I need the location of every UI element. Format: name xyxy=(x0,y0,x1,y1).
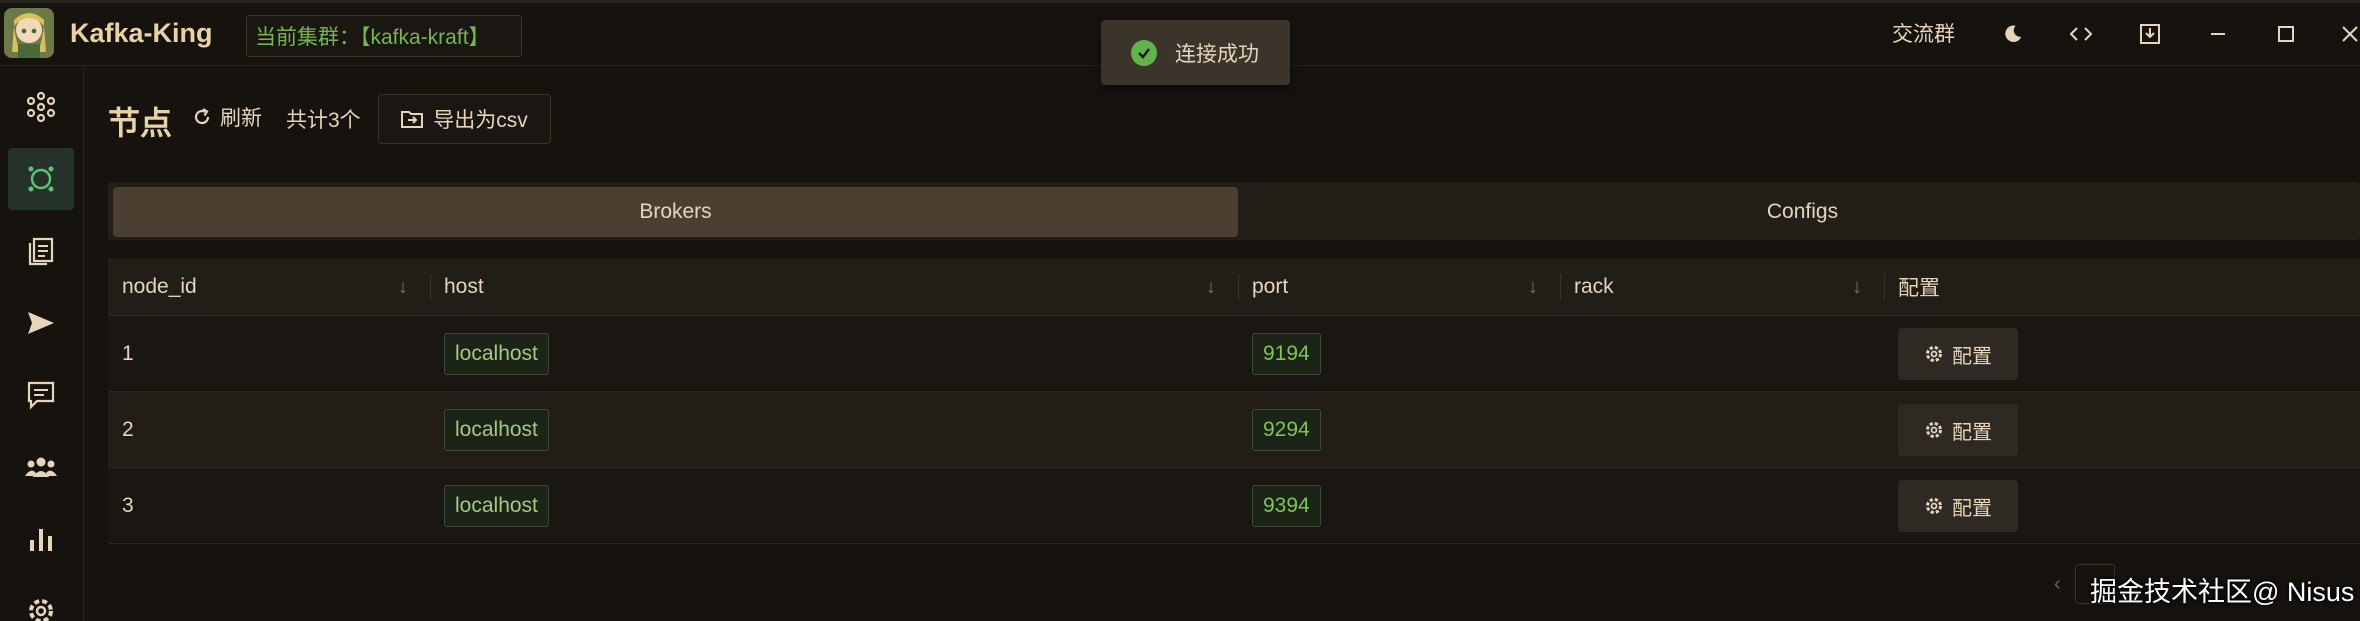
table-row: 1 localhost 9194 配置 xyxy=(108,316,2360,392)
column-header-host[interactable]: host xyxy=(444,258,484,316)
table-row: 3 localhost 9394 配置 xyxy=(108,468,2360,544)
sidebar-item-nodes[interactable] xyxy=(8,148,74,210)
sort-arrow-icon[interactable]: ↓ xyxy=(1852,276,1862,299)
cell-node-id: 1 xyxy=(122,342,134,365)
top-border xyxy=(0,0,2360,3)
tab-bar: Brokers Configs xyxy=(108,182,2360,240)
cluster-icon xyxy=(26,91,56,123)
port-tag: 9394 xyxy=(1252,485,1321,527)
port-tag: 9294 xyxy=(1252,409,1321,451)
column-divider xyxy=(1238,274,1239,300)
port-tag: 9194 xyxy=(1252,333,1321,375)
sort-arrow-icon[interactable]: ↓ xyxy=(1528,276,1538,299)
column-divider xyxy=(430,274,431,300)
export-label: 导出为csv xyxy=(433,109,528,132)
moon-icon[interactable] xyxy=(1999,20,2027,48)
sidebar-item-send[interactable] xyxy=(8,292,74,354)
minimize-icon[interactable] xyxy=(2204,20,2232,48)
node-count: 共计3个 xyxy=(286,109,361,132)
tab-brokers[interactable]: Brokers xyxy=(113,187,1238,237)
community-link[interactable]: 交流群 xyxy=(1892,0,1955,66)
host-tag: localhost xyxy=(444,333,549,375)
column-header-node-id[interactable]: node_id xyxy=(122,258,197,316)
refresh-label: 刷新 xyxy=(220,107,262,130)
table-row: 2 localhost 9294 配置 xyxy=(108,392,2360,468)
watermark: 掘金技术社区@ Nisus xyxy=(2090,577,2355,607)
refresh-icon xyxy=(194,108,210,125)
host-tag: localhost xyxy=(444,409,549,451)
column-divider xyxy=(1560,274,1561,300)
prev-page-icon[interactable]: ‹ xyxy=(2054,573,2061,596)
config-label: 配置 xyxy=(1952,497,1992,520)
check-icon xyxy=(1131,39,1157,66)
page-title: 节点 xyxy=(108,105,173,141)
config-button[interactable]: 配置 xyxy=(1898,404,2018,456)
config-button[interactable]: 配置 xyxy=(1898,328,2018,380)
sidebar-item-groups[interactable] xyxy=(8,436,74,498)
cell-node-id: 3 xyxy=(122,494,134,517)
table-header: node_id ↓ host ↓ port ↓ rack ↓ 配置 xyxy=(108,258,2360,316)
host-tag: localhost xyxy=(444,485,549,527)
column-header-config: 配置 xyxy=(1898,277,1940,300)
app-title: Kafka-King xyxy=(70,18,213,48)
sort-arrow-icon[interactable]: ↓ xyxy=(1206,276,1216,299)
gear-icon xyxy=(1926,422,1942,438)
column-header-port[interactable]: port xyxy=(1252,258,1288,316)
sidebar xyxy=(0,66,84,621)
config-label: 配置 xyxy=(1952,345,1992,368)
tab-configs[interactable]: Configs xyxy=(1240,187,2360,237)
settings-icon xyxy=(29,599,53,621)
sidebar-item-settings[interactable] xyxy=(8,580,74,621)
config-button[interactable]: 配置 xyxy=(1898,480,2018,532)
toast-message: 连接成功 xyxy=(1175,42,1259,66)
groups-icon xyxy=(25,457,57,477)
sidebar-item-topics[interactable] xyxy=(8,220,74,282)
current-cluster-badge[interactable]: 当前集群：【kafka-kraft】 xyxy=(246,15,522,57)
monitor-icon xyxy=(30,529,52,551)
message-icon xyxy=(27,381,55,410)
gear-icon xyxy=(1926,346,1942,362)
brokers-table: node_id ↓ host ↓ port ↓ rack ↓ 配置 1 loca… xyxy=(108,258,2360,544)
maximize-icon[interactable] xyxy=(2272,20,2300,48)
sort-arrow-icon[interactable]: ↓ xyxy=(398,276,408,299)
topics-icon xyxy=(28,237,54,266)
column-header-rack[interactable]: rack xyxy=(1574,258,1614,316)
gear-icon xyxy=(1926,498,1942,514)
main-content: 节点 刷新 共计3个 导出为csv Brokers Configs node_i… xyxy=(108,66,2360,621)
download-icon[interactable] xyxy=(2136,20,2164,48)
app-logo xyxy=(4,8,54,58)
sidebar-item-messages[interactable] xyxy=(8,364,74,426)
column-divider xyxy=(1884,274,1885,300)
export-csv-button[interactable]: 导出为csv xyxy=(378,94,551,144)
node-icon xyxy=(28,166,54,192)
refresh-button[interactable]: 刷新 xyxy=(192,102,262,132)
sidebar-item-cluster[interactable] xyxy=(8,76,74,138)
cell-node-id: 2 xyxy=(122,418,134,441)
send-icon xyxy=(28,312,54,334)
config-label: 配置 xyxy=(1952,421,1992,444)
sidebar-item-monitor[interactable] xyxy=(8,508,74,570)
code-icon[interactable] xyxy=(2067,20,2095,48)
close-icon[interactable] xyxy=(2336,20,2360,48)
folder-export-icon xyxy=(401,111,424,128)
